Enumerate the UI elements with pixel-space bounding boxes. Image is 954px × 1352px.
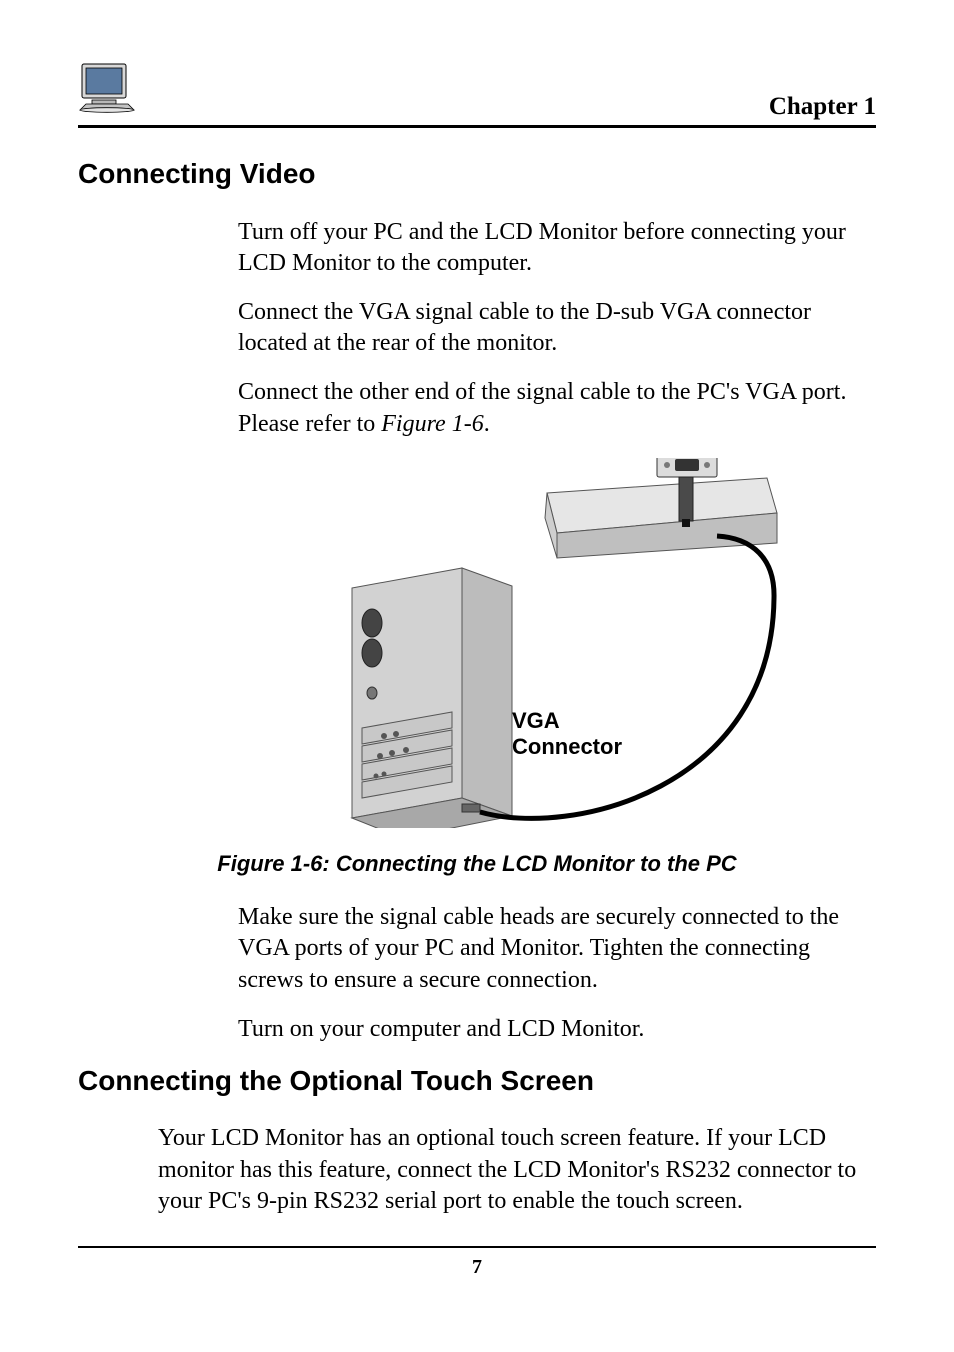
page-header: Chapter 1 bbox=[78, 60, 876, 128]
paragraph: Your LCD Monitor has an optional touch s… bbox=[158, 1123, 866, 1217]
paragraph: Turn on your computer and LCD Monitor. bbox=[238, 1014, 866, 1045]
figure-caption: Figure 1-6: Connecting the LCD Monitor t… bbox=[78, 850, 876, 879]
section-heading-connecting-video: Connecting Video bbox=[78, 156, 876, 192]
figure-vga-connection: VGA Connector bbox=[238, 458, 876, 828]
section-heading-touch-screen: Connecting the Optional Touch Screen bbox=[78, 1063, 876, 1099]
figure-reference: Figure 1-6 bbox=[381, 411, 483, 437]
figure-label-line2: Connector bbox=[512, 734, 622, 759]
monitor-icon bbox=[78, 60, 136, 123]
paragraph: Turn off your PC and the LCD Monitor bef… bbox=[238, 217, 866, 279]
figure-label-line1: VGA bbox=[512, 708, 560, 733]
paragraph: Make sure the signal cable heads are sec… bbox=[238, 902, 866, 996]
text: . bbox=[484, 411, 490, 437]
page-number: 7 bbox=[472, 1256, 482, 1278]
paragraph: Connect the VGA signal cable to the D-su… bbox=[238, 297, 866, 359]
page-footer: 7 bbox=[78, 1246, 876, 1280]
paragraph: Connect the other end of the signal cabl… bbox=[238, 377, 866, 439]
text: Connect the other end of the signal cabl… bbox=[238, 379, 846, 436]
chapter-label: Chapter 1 bbox=[769, 91, 876, 124]
